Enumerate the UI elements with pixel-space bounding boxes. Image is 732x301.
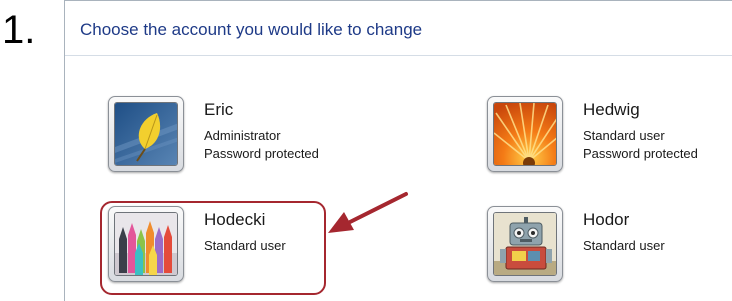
panel-header: Choose the account you would like to cha… — [65, 1, 732, 56]
account-tile-eric[interactable]: Eric Administrator Password protected — [108, 96, 388, 182]
leaf-picture-icon — [115, 103, 177, 165]
account-name[interactable]: Eric — [204, 100, 233, 120]
account-type: Standard user — [583, 238, 665, 253]
page-title: Choose the account you would like to cha… — [80, 20, 423, 39]
account-picture-frame[interactable] — [487, 96, 563, 172]
account-tile-hedwig[interactable]: Hedwig Standard user Password protected — [487, 96, 732, 182]
flower-picture-icon — [494, 103, 556, 165]
account-password-status: Password protected — [204, 146, 319, 161]
account-picture-frame[interactable] — [108, 96, 184, 172]
account-password-status: Password protected — [583, 146, 698, 161]
account-name[interactable]: Hedwig — [583, 100, 640, 120]
account-name[interactable]: Hodor — [583, 210, 629, 230]
pointer-arrow-icon — [328, 192, 408, 233]
account-type: Administrator — [204, 128, 281, 143]
account-type: Standard user — [583, 128, 665, 143]
account-picture-frame[interactable] — [487, 206, 563, 282]
robot-picture-icon — [494, 213, 556, 275]
step-number: 1. — [2, 8, 36, 52]
selection-highlight-box — [100, 201, 326, 295]
account-tile-hodor[interactable]: Hodor Standard user — [487, 206, 732, 292]
